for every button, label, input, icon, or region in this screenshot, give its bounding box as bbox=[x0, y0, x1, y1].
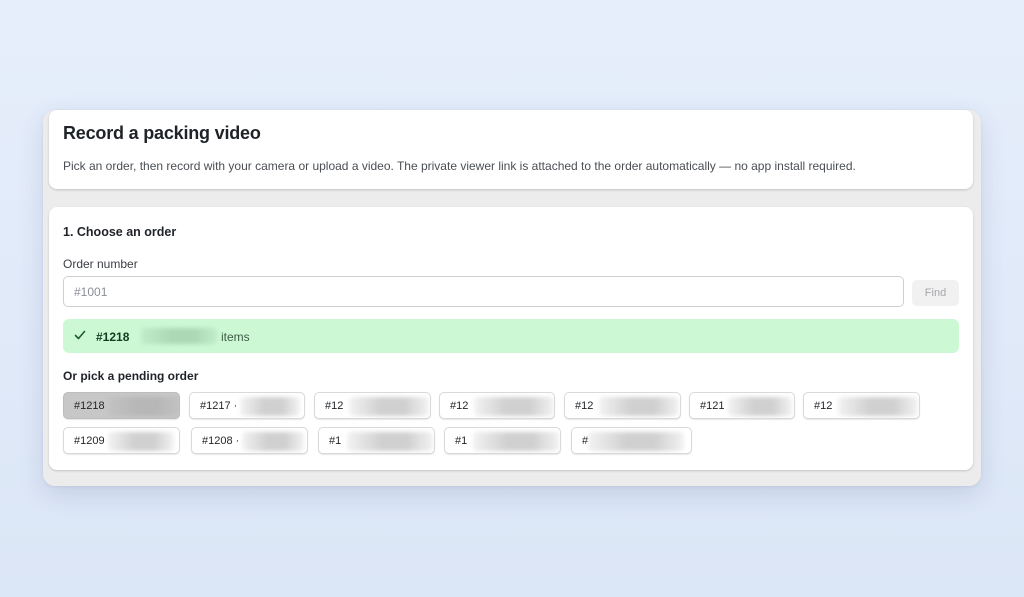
check-icon bbox=[74, 330, 86, 340]
redacted-text bbox=[349, 397, 429, 416]
pending-order-chip[interactable]: # bbox=[571, 427, 692, 454]
pending-order-chip[interactable]: #12 bbox=[564, 392, 681, 419]
redacted-text bbox=[347, 432, 433, 451]
order-number-label: Order number bbox=[63, 257, 138, 271]
pending-order-chip[interactable]: #1208 · bbox=[191, 427, 308, 454]
redacted-text bbox=[474, 397, 554, 416]
pending-order-label: #12 bbox=[814, 400, 833, 412]
redacted-text bbox=[240, 397, 300, 416]
redacted-text bbox=[242, 432, 304, 451]
pending-order-label: #12 bbox=[575, 400, 594, 412]
pending-order-chip[interactable]: #1218 bbox=[63, 392, 180, 419]
choose-order-card: 1. Choose an order Order number Find #12… bbox=[49, 207, 973, 470]
redacted-text bbox=[588, 432, 684, 451]
header-card: Record a packing video Pick an order, th… bbox=[49, 110, 973, 189]
selected-order-number: #1218 bbox=[96, 330, 130, 344]
redacted-text bbox=[728, 397, 792, 416]
pending-order-label: #1 bbox=[329, 435, 342, 447]
pending-order-chip[interactable]: #12 bbox=[314, 392, 431, 419]
pending-order-chip[interactable]: #121 bbox=[689, 392, 795, 419]
find-button[interactable]: Find bbox=[912, 280, 959, 306]
redacted-text bbox=[838, 397, 918, 416]
pending-order-label: #1 bbox=[455, 435, 468, 447]
order-number-input[interactable] bbox=[63, 276, 904, 307]
redacted-text bbox=[108, 397, 179, 416]
redacted-text bbox=[108, 432, 174, 451]
pending-order-label: #12 bbox=[450, 400, 469, 412]
pending-order-chip[interactable]: #1 bbox=[318, 427, 435, 454]
pending-order-chip[interactable]: #1209 bbox=[63, 427, 180, 454]
pending-order-chip[interactable]: #12 bbox=[439, 392, 555, 419]
pending-order-label: #1217 · bbox=[200, 400, 238, 412]
pending-orders-title: Or pick a pending order bbox=[63, 369, 199, 383]
pending-order-label: #121 bbox=[700, 400, 725, 412]
pending-order-chip[interactable]: #1 bbox=[444, 427, 561, 454]
pending-order-chip[interactable]: #1217 · bbox=[189, 392, 305, 419]
redacted-text bbox=[473, 432, 559, 451]
pending-order-label: #1209 bbox=[74, 435, 105, 447]
page-description: Pick an order, then record with your cam… bbox=[63, 159, 856, 173]
pending-order-label: #1208 · bbox=[202, 435, 240, 447]
redacted-text bbox=[599, 397, 679, 416]
selected-order-banner: #1218 items bbox=[63, 319, 959, 353]
step-title: 1. Choose an order bbox=[63, 225, 177, 239]
pending-order-label: #12 bbox=[325, 400, 344, 412]
selected-order-items: items bbox=[221, 330, 250, 344]
recorder-panel: Record a packing video Pick an order, th… bbox=[43, 110, 981, 486]
pending-order-chip[interactable]: #12 bbox=[803, 392, 920, 419]
pending-order-label: #1218 bbox=[74, 400, 105, 412]
page-title: Record a packing video bbox=[63, 123, 261, 143]
redacted-text bbox=[141, 328, 217, 344]
